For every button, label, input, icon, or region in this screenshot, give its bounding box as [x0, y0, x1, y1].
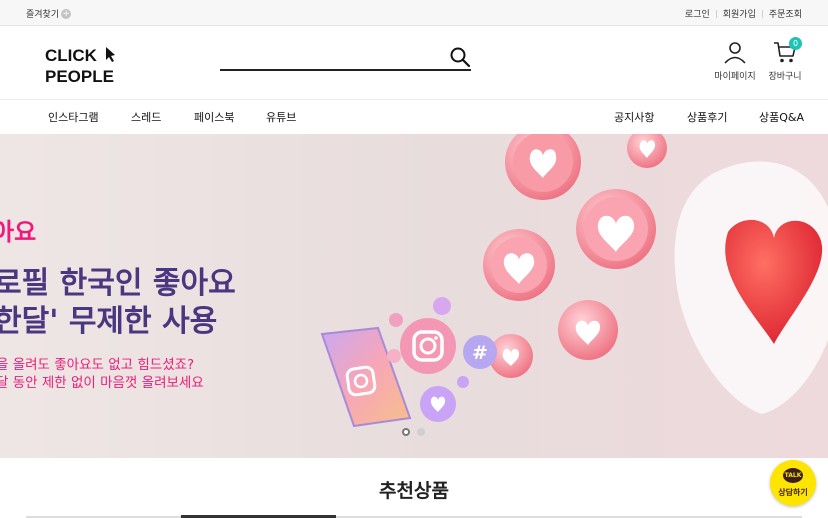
instagram-icon: [400, 318, 456, 374]
search-bar: [220, 44, 471, 71]
heart-coin-icon: [558, 300, 618, 360]
heart-coin-icon: [505, 134, 581, 200]
cursor-icon: [106, 47, 115, 62]
search-icon[interactable]: [449, 46, 471, 68]
heart-coin-icon: [576, 189, 656, 269]
heart-coin-icon: [483, 229, 555, 301]
nav-item-reviews[interactable]: 상품후기: [687, 109, 727, 125]
talk-bubble-icon: TALK: [783, 468, 803, 483]
nav-item-facebook[interactable]: 페이스북: [194, 109, 234, 125]
logo-line-2: PEOPLE: [45, 67, 114, 85]
small-bubble: [457, 376, 469, 388]
divider: [715, 9, 717, 18]
carousel-dot-2[interactable]: [417, 428, 425, 436]
cart-label: 장바구니: [768, 72, 802, 82]
signup-link[interactable]: 회원가입: [723, 7, 756, 20]
site-header: CLICK PEOPLE 마이페이지 0 장바구니: [0, 26, 828, 100]
top-utility-bar: 즐겨찾기 + 로그인 회원가입 주문조회: [0, 0, 828, 26]
section-title: 추천상품: [379, 480, 449, 502]
login-link[interactable]: 로그인: [685, 7, 710, 20]
hero-subtext-line-2: 달 동안 제한 없이 마음껏 올려보세요: [0, 375, 204, 391]
nav-item-qna[interactable]: 상품Q&A: [759, 109, 804, 125]
nav-item-threads[interactable]: 스레드: [131, 109, 161, 125]
plus-icon: +: [61, 8, 72, 19]
mypage-label: 마이페이지: [714, 72, 756, 82]
divider: [761, 9, 763, 18]
kakao-consult-label: 상담하기: [778, 488, 808, 497]
carousel-dots: [402, 428, 425, 436]
site-logo[interactable]: CLICK PEOPLE: [44, 45, 124, 85]
account-links: 로그인 회원가입 주문조회: [685, 7, 802, 20]
hero-headline-accent: 아요: [0, 218, 37, 246]
hero-illustration: #: [320, 134, 828, 428]
nav-item-notice[interactable]: 공지사항: [614, 109, 654, 125]
nav-item-youtube[interactable]: 유튜브: [266, 109, 296, 125]
hashtag-icon: #: [463, 335, 497, 369]
small-bubble: [387, 349, 401, 363]
user-icon: [724, 42, 746, 64]
small-bubble: [433, 297, 451, 315]
carousel-dot-1[interactable]: [402, 428, 410, 436]
heart-coin-icon: [627, 134, 667, 168]
tablet-device: [320, 326, 412, 428]
cart-count-badge: 0: [789, 37, 802, 50]
like-bubble-icon: [420, 386, 456, 422]
hero-headline-line-2: 한달' 무제한 사용: [0, 304, 218, 339]
nav-item-instagram[interactable]: 인스타그램: [48, 109, 99, 125]
kakao-talk-button[interactable]: TALK 상담하기: [770, 460, 816, 506]
hero-banner[interactable]: 아요 로필 한국인 좋아요 한달' 무제한 사용 을 올려도 좋아요도 없고 힘…: [0, 134, 828, 458]
order-lookup-link[interactable]: 주문조회: [769, 7, 802, 20]
logo-line-1: CLICK: [45, 46, 98, 65]
favorites-button[interactable]: 즐겨찾기 +: [26, 7, 72, 20]
main-navigation: 인스타그램 스레드 페이스북 유튜브 공지사항 상품후기 상품Q&A: [0, 100, 828, 134]
hero-subtext-line-1: 을 올려도 좋아요도 없고 힘드셨죠?: [0, 357, 195, 373]
mypage-button[interactable]: 마이페이지: [712, 40, 758, 82]
cart-button[interactable]: 0 장바구니: [765, 37, 805, 82]
search-input[interactable]: [220, 46, 442, 68]
favorites-label: 즐겨찾기: [26, 10, 60, 20]
small-bubble: [389, 313, 403, 327]
svg-text:#: #: [472, 342, 488, 364]
